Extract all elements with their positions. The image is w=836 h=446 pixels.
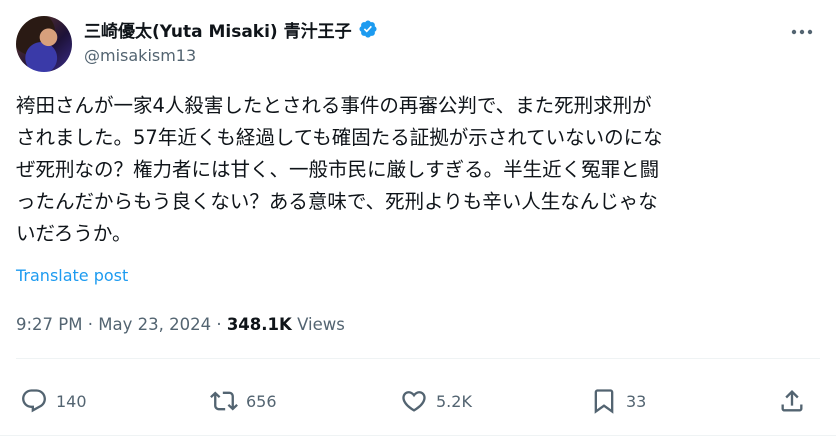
views-label: Views bbox=[297, 315, 345, 334]
post-text-line: ったんだからもう良くない？ある意味で、死刑よりも辛い人生なんじゃな bbox=[16, 190, 658, 213]
like-button[interactable]: 5.2K bbox=[400, 384, 472, 418]
post-text-line: いだろうか。 bbox=[16, 222, 132, 245]
avatar[interactable] bbox=[16, 16, 72, 72]
share-button[interactable] bbox=[778, 384, 806, 418]
repost-button[interactable]: 656 bbox=[210, 384, 277, 418]
translate-post-link[interactable]: Translate post bbox=[16, 266, 128, 285]
repost-count: 656 bbox=[246, 391, 277, 411]
post-text: 袴田さんが一家4人殺害したとされる事件の再審公判で、また死刑求刑が されました。… bbox=[16, 90, 820, 250]
reply-button[interactable]: 140 bbox=[20, 384, 87, 418]
author-name-row: 三崎優太(Yuta Misaki) 青汁王子 bbox=[84, 17, 378, 42]
like-count: 5.2K bbox=[436, 391, 472, 411]
author-handle[interactable]: @misakism13 bbox=[84, 46, 196, 65]
meta-separator: · bbox=[211, 315, 227, 334]
share-icon bbox=[781, 390, 803, 412]
post-time[interactable]: 9:27 PM bbox=[16, 315, 82, 334]
heart-icon bbox=[402, 391, 426, 412]
repost-icon bbox=[210, 391, 238, 411]
post: 三崎優太(Yuta Misaki) 青汁王子 @misakism13 袴田さんが… bbox=[0, 0, 836, 446]
post-meta: 9:27 PM · May 23, 2024 · 348.1K Views bbox=[16, 315, 345, 334]
bookmark-button[interactable]: 33 bbox=[590, 384, 646, 418]
views-count: 348.1K bbox=[226, 315, 292, 334]
reply-count: 140 bbox=[56, 391, 87, 411]
bookmark-count: 33 bbox=[626, 391, 647, 411]
post-text-line: されました。57年近くも経過しても確固たる証拠が示されていないのにな bbox=[16, 126, 663, 149]
bottom-divider bbox=[0, 435, 836, 436]
action-bar: 140 656 5.2K 33 bbox=[20, 384, 816, 418]
divider bbox=[16, 358, 820, 359]
more-options-button[interactable] bbox=[790, 22, 814, 42]
reply-icon bbox=[22, 389, 46, 413]
post-text-line: ぜ死刑なの？権力者には甘く、一般市民に厳しすぎる。半生近く冤罪と闘 bbox=[16, 158, 660, 181]
author-display-name[interactable]: 三崎優太(Yuta Misaki) 青汁王子 bbox=[84, 17, 352, 42]
post-date[interactable]: May 23, 2024 bbox=[98, 315, 211, 334]
verified-badge-icon bbox=[359, 20, 377, 38]
bookmark-icon bbox=[594, 389, 614, 414]
post-text-line: 袴田さんが一家4人殺害したとされる事件の再審公判で、また死刑求刑が bbox=[16, 94, 652, 117]
meta-separator: · bbox=[82, 315, 99, 334]
more-dots-icon bbox=[791, 29, 813, 35]
